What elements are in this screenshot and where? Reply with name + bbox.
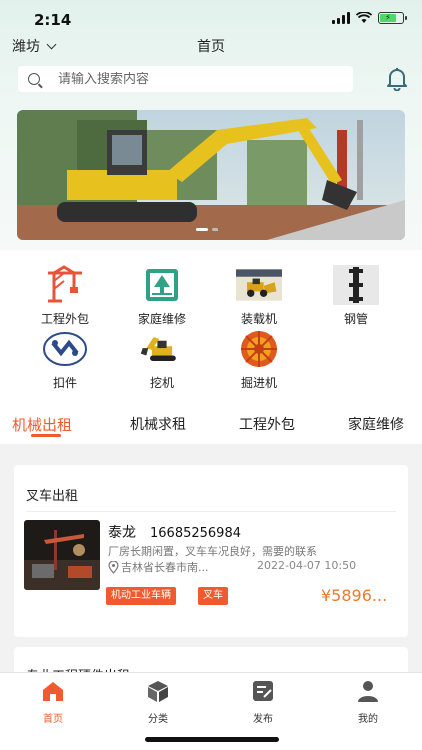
tabbar-mine[interactable]: 我的 [338,679,398,725]
home-icon [43,682,63,701]
status-bar: 2:14 ⚡ [0,0,422,36]
listing-card[interactable]: 叉车出租 泰龙 16685256984 厂房长期闲置，叉车车况良好，需要的联系 吉… [14,465,408,637]
category-label: 扣件 [52,376,77,390]
category-item[interactable]: 挖机 [122,328,202,391]
location-pin-icon [108,560,119,574]
category-item[interactable]: 家庭维修 [122,264,202,327]
home-indicator [145,737,279,742]
user-icon [358,681,378,702]
search-icon [28,73,40,85]
page-title: 首页 [197,39,225,55]
nav-bar: 首页 潍坊 [0,36,422,56]
listing-location: 吉林省长春市南... [108,559,209,575]
category-label: 掘进机 [240,376,277,390]
tabbar-home[interactable]: 首页 [23,679,83,725]
divider [26,511,396,512]
tab-home-repair[interactable]: 家庭维修 [348,414,404,434]
wifi-icon [356,12,372,23]
contact-phone[interactable]: 16685256984 [150,526,241,541]
listing-description: 厂房长期闲置，叉车车况良好，需要的联系 [108,545,317,558]
category-item[interactable]: 扣件 [25,328,105,391]
excavator-icon [139,328,185,370]
category-label: 装载机 [240,312,277,326]
category-item[interactable]: 装载机 [219,264,299,327]
category-item[interactable]: 工程外包 [25,264,105,327]
category-item[interactable]: 钢管 [316,264,396,327]
loader-icon [236,264,282,306]
search-bar[interactable] [18,66,353,92]
category-label: 家庭维修 [137,312,186,326]
category-label: 挖机 [149,376,174,390]
tab-machinery-wanted[interactable]: 机械求租 [130,414,186,434]
status-icons: ⚡ [332,12,407,24]
tab-project-outsourcing[interactable]: 工程外包 [239,414,295,434]
status-time: 2:14 [34,11,72,29]
banner-excavator-image [17,110,405,240]
battery-icon: ⚡ [378,12,407,24]
listing-tag: 机动工业车辆 [106,587,176,605]
city-label: 潍坊 [12,39,40,55]
active-tab-indicator [31,434,61,437]
tabbar-label: 我的 [358,714,378,725]
tabbar-category[interactable]: 分类 [128,679,188,725]
contact-name: 泰龙 [108,525,136,541]
listing-date: 2022-04-07 10:50 [257,559,357,572]
category-item[interactable]: 掘进机 [219,328,299,391]
city-selector[interactable]: 潍坊 [12,36,57,56]
listing-tabs: 机械出租 机械求租 工程外包 家庭维修 [0,400,422,444]
bell-icon[interactable] [386,67,408,91]
category-box-icon [148,681,168,702]
tabbar-label: 分类 [148,714,168,725]
section-title: 叉车出租 [26,489,79,504]
signal-icon [332,12,350,24]
crane-icon [42,264,88,306]
listing-thumbnail [24,520,100,590]
tabbar-label: 发布 [253,714,273,725]
category-label: 工程外包 [40,312,89,326]
publish-icon [253,681,273,701]
banner-carousel[interactable] [17,110,405,240]
listing-tag: 叉车 [198,587,228,605]
carousel-indicator [196,228,218,231]
fastener-icon [42,328,88,370]
tabbar-label: 首页 [43,714,63,725]
location-text: 吉林省长春市南... [121,561,209,574]
tunnel-boring-machine-icon [236,328,282,370]
category-label: 钢管 [343,312,368,326]
listing-contact: 泰龙 16685256984 [108,522,241,542]
house-picture-icon [139,264,185,306]
search-input[interactable] [58,71,328,87]
tabbar-publish[interactable]: 发布 [233,679,293,725]
listing-price: ¥5896... [321,586,388,605]
steel-pipe-icon [333,264,379,306]
category-grid: 工程外包 家庭维修 装载机 钢管 扣件 挖机 掘进机 [0,250,422,400]
chevron-down-icon [46,39,57,49]
tab-machinery-rent[interactable]: 机械出租 [12,414,72,435]
